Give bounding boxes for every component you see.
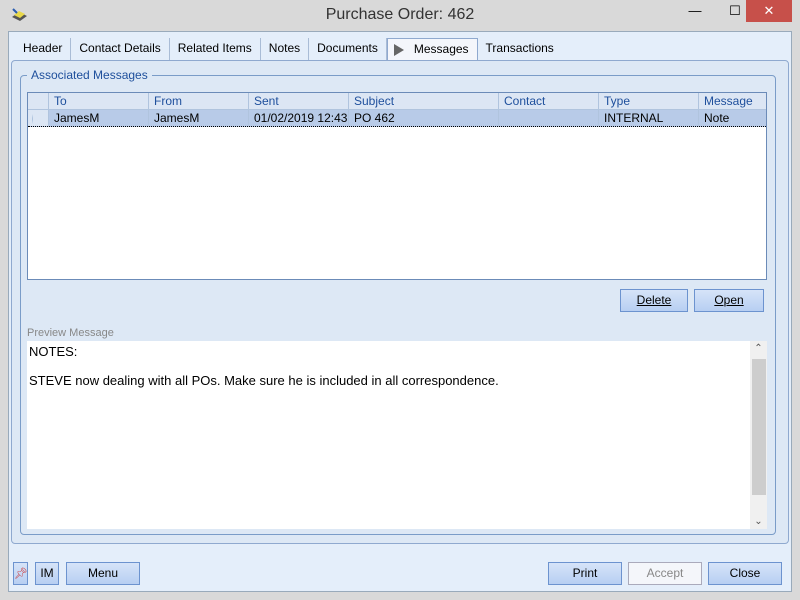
play-arrow-icon: [393, 44, 404, 56]
column-header-subject[interactable]: Subject: [348, 93, 498, 109]
tab-label: Messages: [413, 42, 469, 56]
tab-strip: Header Contact Details Related Items Not…: [15, 38, 562, 61]
scroll-thumb[interactable]: [752, 359, 766, 495]
preview-message-text[interactable]: NOTES: STEVE now dealing with all POs. M…: [27, 341, 767, 529]
open-label: Open: [714, 293, 744, 307]
im-button[interactable]: IM: [35, 562, 59, 585]
tab-transactions[interactable]: Transactions: [478, 38, 562, 60]
delete-label: Delete: [636, 293, 672, 307]
close-button[interactable]: Close: [708, 562, 782, 585]
column-header-from[interactable]: From: [148, 93, 248, 109]
pin-button[interactable]: 📌︎: [13, 562, 28, 585]
row-header-corner: [28, 93, 48, 109]
accept-button[interactable]: Accept: [628, 562, 702, 585]
cell-contact: [498, 110, 598, 126]
preview-message-label: Preview Message: [27, 327, 114, 339]
tab-messages[interactable]: Messages: [386, 38, 478, 61]
column-header-type[interactable]: Type: [598, 93, 698, 109]
minimize-button[interactable]: —: [680, 0, 710, 22]
client-area: Header Contact Details Related Items Not…: [8, 31, 792, 592]
tab-header[interactable]: Header: [15, 38, 72, 60]
cell-sent: 01/02/2019 12:43: [248, 110, 348, 126]
current-row-icon: [32, 114, 43, 124]
table-row[interactable]: JamesM JamesM 01/02/2019 12:43 PO 462 IN…: [28, 110, 766, 127]
open-button[interactable]: Open: [694, 289, 764, 312]
cell-message: Note: [698, 110, 758, 126]
scroll-down-icon[interactable]: ⌄: [750, 516, 767, 527]
scroll-up-icon[interactable]: ⌃: [750, 343, 767, 354]
title-bar: Purchase Order: 462 — ☐ ✕: [0, 0, 800, 31]
tab-documents[interactable]: Documents: [309, 38, 387, 60]
cell-to: JamesM: [48, 110, 148, 126]
group-label: Associated Messages: [27, 68, 152, 82]
column-header-contact[interactable]: Contact: [498, 93, 598, 109]
cell-from: JamesM: [148, 110, 248, 126]
menu-button[interactable]: Menu: [66, 562, 140, 585]
cell-subject: PO 462: [348, 110, 498, 126]
preview-line: NOTES:: [29, 344, 78, 359]
window-close-button[interactable]: ✕: [746, 0, 792, 22]
row-selector[interactable]: [28, 110, 48, 126]
delete-button[interactable]: Delete: [620, 289, 688, 312]
print-button[interactable]: Print: [548, 562, 622, 585]
column-header-to[interactable]: To: [48, 93, 148, 109]
column-header-sent[interactable]: Sent: [248, 93, 348, 109]
preview-line: STEVE now dealing with all POs. Make sur…: [29, 373, 499, 388]
cell-type: INTERNAL: [598, 110, 698, 126]
tab-notes[interactable]: Notes: [261, 38, 310, 60]
pin-icon: 📌︎: [14, 568, 28, 580]
tab-related-items[interactable]: Related Items: [170, 38, 261, 60]
tab-contact-details[interactable]: Contact Details: [71, 38, 170, 60]
messages-grid[interactable]: To From Sent Subject Contact Type Messag…: [27, 92, 767, 280]
column-header-message[interactable]: Message: [698, 93, 758, 109]
grid-header: To From Sent Subject Contact Type Messag…: [28, 93, 766, 110]
preview-scrollbar[interactable]: ⌃ ⌄: [750, 341, 767, 529]
